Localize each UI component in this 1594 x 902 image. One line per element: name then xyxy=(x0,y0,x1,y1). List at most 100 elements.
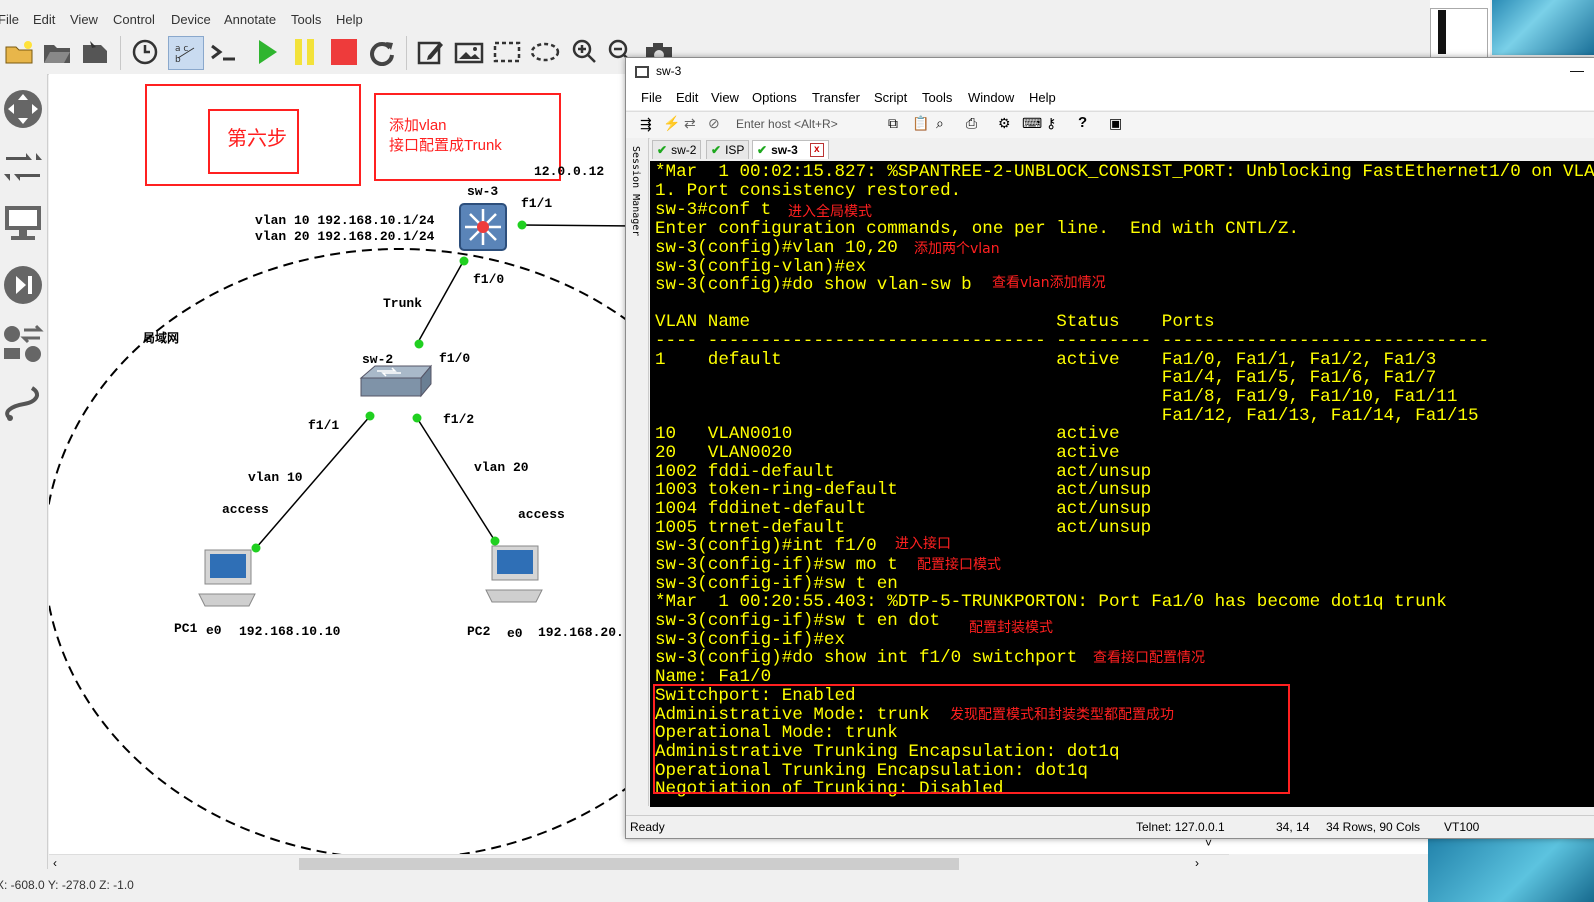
quick-connect-icon[interactable]: ⚡ xyxy=(663,115,680,132)
sw2-f10-label[interactable]: f1/0 xyxy=(439,351,470,366)
start-all-icon[interactable] xyxy=(250,36,284,68)
tab-sw-2[interactable]: ✔ sw-2 xyxy=(652,140,702,159)
session-manager-panel[interactable]: Session Manager xyxy=(626,138,649,806)
annotation-show-vlan: 查看vlan添加情况 xyxy=(992,275,1106,291)
security-devices-icon[interactable] xyxy=(1,260,45,310)
new-project-icon[interactable] xyxy=(2,36,36,68)
copy-icon[interactable]: ⧉ xyxy=(888,115,898,132)
scroll-right-icon[interactable]: › xyxy=(1195,856,1199,870)
tab-sw-3[interactable]: ✔ sw-3 x xyxy=(752,140,829,159)
menu-help[interactable]: Help xyxy=(336,12,363,27)
scroll-left-icon[interactable]: ‹ xyxy=(53,856,57,870)
note-trunk[interactable]: 接口配置成Trunk xyxy=(389,134,502,155)
isp-ip-label[interactable]: 12.0.0.12 xyxy=(534,164,604,179)
find-icon[interactable]: ⌕ xyxy=(936,115,944,132)
sftp-key-icon[interactable]: ⚷ xyxy=(1046,115,1056,132)
draw-rectangle-icon[interactable] xyxy=(490,36,524,68)
menu-file[interactable]: File xyxy=(0,12,19,27)
trunk-label[interactable]: Trunk xyxy=(383,296,422,311)
pc2-ip-label[interactable]: 192.168.20. xyxy=(538,625,624,640)
crt-menu-file[interactable]: File xyxy=(641,90,662,105)
port-status-dot xyxy=(251,543,261,553)
crt-menu-help[interactable]: Help xyxy=(1029,90,1056,105)
session-manager-label[interactable]: Session Manager xyxy=(630,146,641,236)
settings-gear-icon[interactable]: ⚙ xyxy=(998,115,1011,132)
minimize-icon[interactable]: — xyxy=(1570,62,1584,78)
switches-icon[interactable] xyxy=(1,142,45,192)
sw3-vlan10-label[interactable]: vlan 10 192.168.10.1/24 xyxy=(255,213,434,228)
crt-menu-transfer[interactable]: Transfer xyxy=(812,90,860,105)
sw3-vlan20-label[interactable]: vlan 20 192.168.20.1/24 xyxy=(255,229,434,244)
annotation-conf: 进入全局模式 xyxy=(788,204,872,220)
insert-picture-icon[interactable] xyxy=(452,36,486,68)
disconnect-icon[interactable]: ⊘ xyxy=(708,115,720,132)
terminal-line: sw-3(config)#vlan 10,20 xyxy=(655,238,898,258)
routers-icon[interactable] xyxy=(1,84,45,134)
open-project-icon[interactable] xyxy=(40,36,74,68)
menu-annotate[interactable]: Annotate xyxy=(224,12,276,27)
print-icon[interactable]: ⎙ xyxy=(966,115,977,132)
stop-all-icon[interactable] xyxy=(327,36,361,68)
crt-menu-options[interactable]: Options xyxy=(752,90,797,105)
help-icon[interactable]: ? xyxy=(1078,114,1087,131)
save-project-icon[interactable] xyxy=(78,36,112,68)
crt-menu-script[interactable]: Script xyxy=(874,90,907,105)
terminal-screen[interactable]: *Mar 1 00:02:15.827: %SPANTREE-2-UNBLOCK… xyxy=(650,161,1594,807)
menu-view[interactable]: View xyxy=(70,12,98,27)
snapshot-clock-icon[interactable] xyxy=(128,36,162,68)
pc2-if-label[interactable]: e0 xyxy=(507,626,523,641)
all-devices-icon[interactable] xyxy=(1,320,45,370)
add-link-icon[interactable] xyxy=(1,378,45,428)
end-devices-icon[interactable] xyxy=(1,198,45,248)
crt-menu-edit[interactable]: Edit xyxy=(676,90,698,105)
gns3-statusbar: X: -608.0 Y: -278.0 Z: -1.0 xyxy=(0,872,1440,902)
vlan20-label[interactable]: vlan 20 xyxy=(474,460,529,475)
pc1-ip-label[interactable]: 192.168.10.10 xyxy=(239,624,340,639)
sw2-switch-icon xyxy=(359,364,433,398)
draw-ellipse-icon[interactable] xyxy=(528,36,562,68)
note-add-vlan[interactable]: 添加vlan xyxy=(389,114,447,135)
close-tab-icon[interactable]: x xyxy=(809,143,824,157)
desktop-wallpaper xyxy=(1492,0,1594,55)
menu-tools[interactable]: Tools xyxy=(291,12,321,27)
sw3-f10-label[interactable]: f1/0 xyxy=(473,272,504,287)
sw3-f11-label[interactable]: f1/1 xyxy=(521,196,552,211)
port-status-dot xyxy=(414,339,424,349)
reload-all-icon[interactable] xyxy=(365,36,399,68)
sw3-name-label[interactable]: sw-3 xyxy=(467,184,498,199)
keymap-icon[interactable]: ⌨ xyxy=(1022,115,1042,132)
menu-control[interactable]: Control xyxy=(113,12,155,27)
access-label-pc1[interactable]: access xyxy=(222,502,269,517)
connect-icon[interactable]: ⇶ xyxy=(640,116,652,133)
crt-menu-view[interactable]: View xyxy=(711,90,739,105)
host-input[interactable]: Enter host <Alt+R> xyxy=(736,117,838,131)
canvas-horizontal-scrollbar[interactable]: ‹ › xyxy=(49,854,1229,873)
suspend-all-icon[interactable] xyxy=(288,36,322,68)
show-interface-labels-icon[interactable]: a cb xyxy=(168,36,204,70)
menu-edit[interactable]: Edit xyxy=(33,12,55,27)
screen-icon[interactable]: ▣ xyxy=(1109,115,1122,132)
menu-device[interactable]: Device xyxy=(171,12,211,27)
tab-isp[interactable]: ✔ ISP xyxy=(706,140,750,159)
pc1-if-label[interactable]: e0 xyxy=(206,623,222,638)
sw2-f12-label[interactable]: f1/2 xyxy=(443,412,474,427)
step-label[interactable]: 第六步 xyxy=(227,122,287,151)
crt-titlebar[interactable]: sw-3 — xyxy=(626,58,1594,86)
scrollbar-thumb[interactable] xyxy=(299,858,959,870)
console-all-icon[interactable] xyxy=(206,36,240,68)
access-label-pc2[interactable]: access xyxy=(518,507,565,522)
crt-menu-window[interactable]: Window xyxy=(968,90,1014,105)
paste-icon[interactable]: 📋 xyxy=(912,115,929,132)
vlan10-label[interactable]: vlan 10 xyxy=(248,470,303,485)
add-note-icon[interactable] xyxy=(414,36,448,68)
pc1-name-label[interactable]: PC1 xyxy=(174,621,197,636)
zoom-in-icon[interactable] xyxy=(568,36,602,68)
reconnect-icon[interactable]: ⇄ xyxy=(684,115,696,132)
terminal-line: sw-3(config-if)#sw t en dot xyxy=(655,611,941,631)
sw2-name-label[interactable]: sw-2 xyxy=(362,352,393,367)
desktop-wallpaper xyxy=(1428,832,1594,902)
pc2-name-label[interactable]: PC2 xyxy=(467,624,490,639)
lan-label[interactable]: 局域网 xyxy=(143,329,179,346)
sw2-f11-label[interactable]: f1/1 xyxy=(308,418,339,433)
crt-menu-tools[interactable]: Tools xyxy=(922,90,952,105)
